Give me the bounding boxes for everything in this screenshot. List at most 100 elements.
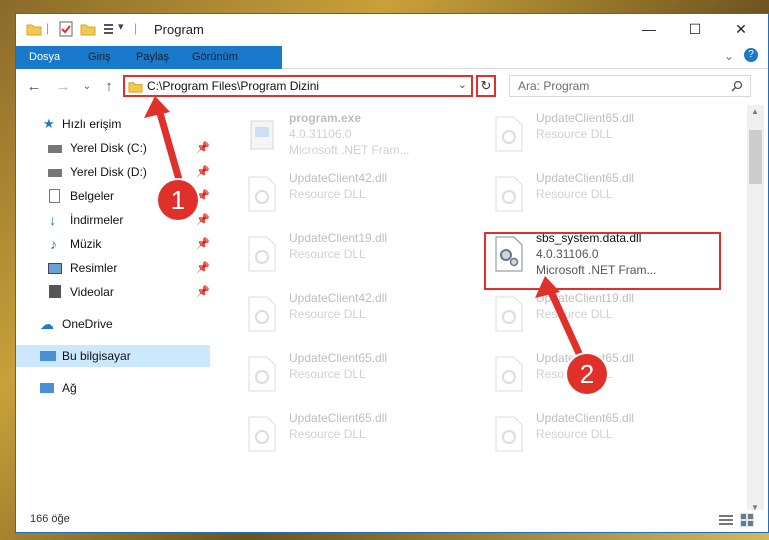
file-name: UpdateClient42.dll [289,291,388,305]
close-button[interactable]: ✕ [718,14,764,46]
download-icon: ↓ [49,212,56,228]
dll-icon [248,416,276,452]
large-icons-view-icon[interactable] [740,513,754,527]
address-bar[interactable]: C:\Program Files\Program Dizini ⌄ [123,75,473,97]
file-name: UpdateClient65.dll [289,351,388,365]
tab-view[interactable]: Görünüm [192,46,238,68]
nav-item-label: OneDrive [62,317,113,331]
file-item[interactable]: UpdateClient19.dll Resource DLL [239,227,479,283]
scrollbar-thumb[interactable] [749,130,762,184]
pin-icon: 📌 [196,166,210,178]
dll-icon [495,116,523,152]
file-item[interactable]: UpdateClient65.dll Resource DLL [239,347,479,403]
view-options-icon[interactable] [102,21,118,37]
pin-icon: 📌 [196,238,210,250]
status-bar: 166 öğe [16,510,768,532]
nav-item-label: Yerel Disk (C:) [70,141,147,155]
nav-item-quick-access[interactable]: ★ Hızlı erişim [16,113,210,135]
cloud-icon: ☁ [40,316,54,332]
vertical-scrollbar[interactable]: ▲ ▼ [747,105,764,514]
up-button[interactable]: ↑ [100,78,118,96]
folder-icon [128,82,143,93]
forward-button[interactable]: → [54,78,72,96]
nav-item-label: Müzik [70,237,102,251]
chevron-down-icon[interactable]: ⌄ [458,78,467,91]
file-item[interactable]: UpdateClient65.dll Resource DLL [486,107,726,163]
window-title: Program [154,22,204,37]
back-button[interactable]: ← [25,78,43,96]
search-input[interactable]: Ara: Program [509,75,751,97]
file-type: Resource DLL [536,187,613,201]
file-type: Resource DLL [289,307,366,321]
recent-locations-button[interactable]: ⌄ [78,78,96,96]
nav-item-drive-c[interactable]: Yerel Disk (C:) 📌 [16,137,210,159]
dll-icon [248,356,276,392]
file-company: Microsoft .NET Fram... [289,143,410,157]
nav-item-videos[interactable]: Videolar 📌 [16,281,210,303]
drive-icon [48,169,62,177]
explorer-window: | ▾ | Program — ☐ ✕ Dosya Giriş Paylaş G… [15,13,769,533]
file-item[interactable]: UpdateClient65.dll Resource DLL [239,407,479,463]
nav-item-this-pc[interactable]: Bu bilgisayar [16,345,210,367]
search-icon [731,80,743,92]
separator: | [134,21,138,35]
file-type: Resource DLL [536,127,613,141]
pin-icon: 📌 [196,214,210,226]
dll-icon [248,176,276,212]
maximize-button[interactable]: ☐ [672,14,718,46]
new-folder-icon[interactable] [80,21,96,37]
nav-item-label: Bu bilgisayar [62,349,131,363]
refresh-button[interactable]: ↻ [476,75,496,97]
file-item[interactable]: UpdateClient42.dll Resource DLL [239,167,479,223]
dll-icon [248,296,276,332]
separator: | [46,21,50,35]
file-item[interactable]: UpdateClient42.dll Resource DLL [239,287,479,343]
nav-item-network[interactable]: Ağ [16,377,210,399]
folder-icon [26,24,42,36]
drive-icon [48,145,62,153]
file-name: UpdateClient19.dll [536,291,635,305]
music-icon: ♪ [50,236,57,252]
document-icon [49,189,60,203]
expand-ribbon-icon[interactable]: ⌄ [724,49,734,63]
scroll-up-icon[interactable]: ▲ [751,107,759,116]
nav-item-label: Hızlı erişim [62,117,122,131]
step-badge-2: 2 [567,354,607,394]
star-icon: ★ [43,116,55,131]
pictures-icon [48,263,62,274]
nav-item-label: Ağ [62,381,77,395]
properties-icon[interactable] [58,21,74,37]
file-list: program.exe 4.0.31106.0 Microsoft .NET F… [224,105,744,514]
pin-icon: 📌 [196,190,210,202]
dll-icon [248,236,276,272]
file-name: UpdateClient65.dll [536,111,635,125]
file-item[interactable]: UpdateClient65.dll Resource DLL [486,167,726,223]
nav-item-label: İndirmeler [70,213,124,227]
file-name: UpdateClient19.dll [289,231,388,245]
nav-item-pictures[interactable]: Resimler 📌 [16,257,210,279]
details-view-icon[interactable] [719,514,733,526]
computer-icon [40,351,56,361]
tab-home[interactable]: Giriş [88,46,111,68]
pin-icon: 📌 [196,142,210,154]
chevron-down-icon[interactable]: ▾ [118,20,124,33]
pin-icon: 📌 [196,286,210,298]
file-type: Resource DLL [536,307,613,321]
nav-item-music[interactable]: ♪ Müzik 📌 [16,233,210,255]
file-item[interactable]: UpdateClient19.dll Resource DLL [486,287,726,343]
title-bar: | ▾ | Program — ☐ ✕ [16,14,768,46]
address-row: ← → ⌄ ↑ C:\Program Files\Program Dizini … [16,69,768,105]
file-type: Resource DLL [289,427,366,441]
search-placeholder: Ara: Program [518,79,590,93]
minimize-button[interactable]: — [626,14,672,46]
file-item[interactable]: UpdateClient65.dll Resource DLL [486,407,726,463]
help-icon[interactable]: ? [744,48,758,62]
nav-item-label: Belgeler [70,189,115,203]
nav-item-onedrive[interactable]: ☁ OneDrive [16,313,210,335]
file-name: UpdateClient42.dll [289,171,388,185]
file-item-program-exe[interactable]: program.exe 4.0.31106.0 Microsoft .NET F… [239,107,479,163]
video-icon [49,285,61,298]
nav-item-label: Yerel Disk (D:) [70,165,147,179]
tab-share[interactable]: Paylaş [136,46,169,68]
dll-icon [495,176,523,212]
